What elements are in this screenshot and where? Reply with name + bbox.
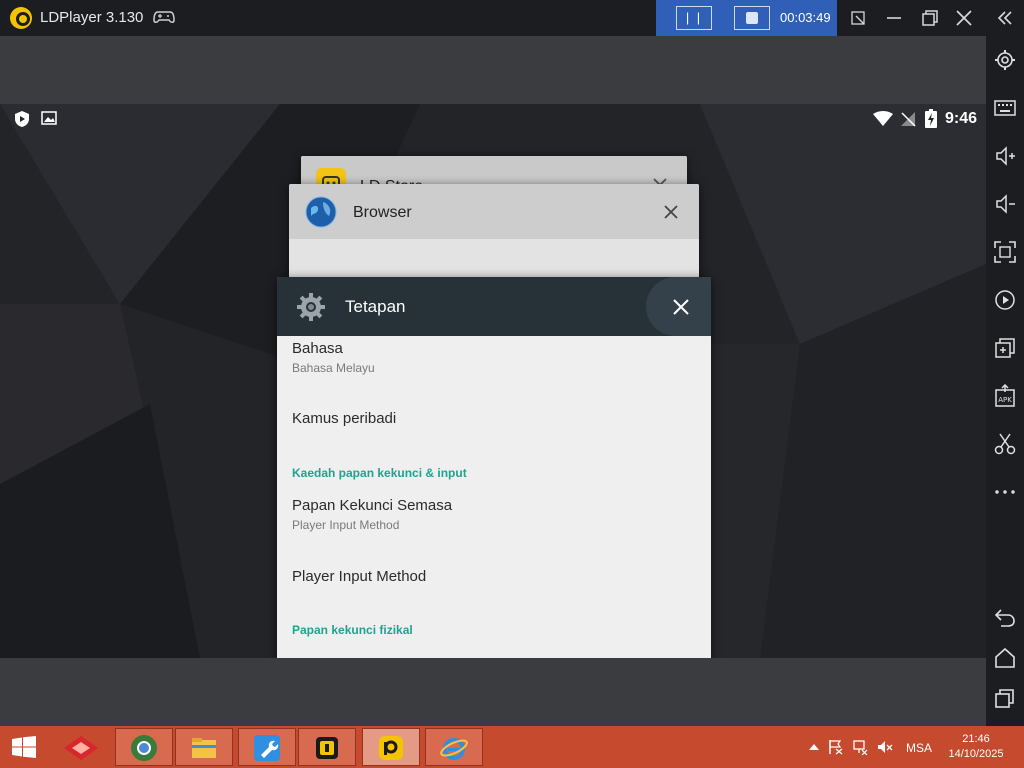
card-header: [289, 184, 699, 239]
recent-card-browser[interactable]: Browser: [289, 184, 699, 284]
minimize-icon[interactable]: [882, 6, 906, 30]
pref-summary: Player Input Method: [292, 518, 400, 532]
fullscreen-icon[interactable]: [993, 240, 1017, 264]
screen-record-panel: | | 00:03:49: [656, 0, 837, 36]
status-time: 9:46: [945, 110, 978, 127]
no-signal-icon: [900, 111, 916, 127]
category-physical-keyboard: Papan kekunci fizikal: [292, 623, 413, 637]
gamepad-icon[interactable]: [153, 9, 175, 25]
pref-title: Bahasa: [292, 340, 343, 357]
pref-title: Player Input Method: [292, 568, 427, 585]
wrench-icon: [254, 735, 280, 761]
taskbar-app-internet-explorer[interactable]: [425, 728, 483, 766]
title-bar: LDPlayer 3.130 | | 00:03:49: [0, 0, 1024, 36]
ldplayer-logo-icon: [379, 736, 403, 760]
category-keyboard-input: Kaedah papan kekunci & input: [292, 466, 467, 480]
screen: LDPlayer 3.130 | | 00:03:49 9:46 Browser…: [0, 0, 1024, 768]
install-apk-icon[interactable]: APK: [993, 383, 1017, 408]
record-timer: 00:03:49: [780, 10, 831, 25]
browser-globe-icon: [305, 196, 337, 228]
windows-taskbar: MSA 21:46 14/10/2025: [0, 726, 1024, 768]
ld-multiplayer-icon: [316, 737, 338, 759]
svg-text:APK: APK: [998, 396, 1012, 404]
taskbar-app-tool[interactable]: [238, 728, 296, 766]
record-stop-button[interactable]: [734, 6, 770, 30]
pref-language[interactable]: Bahasa Bahasa Melayu: [292, 340, 375, 375]
windows-logo-icon: [12, 736, 36, 758]
folder-icon: [192, 738, 216, 758]
taskbar-app-ld-multi[interactable]: [298, 728, 356, 766]
clock-time: 21:46: [962, 733, 990, 745]
collapse-sidebar-icon[interactable]: [993, 6, 1017, 30]
taskbar-app-file-explorer[interactable]: [175, 728, 233, 766]
wifi-icon: [873, 111, 893, 127]
multi-instance-icon[interactable]: [993, 336, 1017, 360]
taskbar-app-chrome-like[interactable]: [115, 728, 173, 766]
show-hidden-icons-icon[interactable]: [806, 739, 822, 755]
card-title: Browser: [353, 204, 412, 221]
settings-gear-icon: [295, 291, 327, 323]
pref-current-keyboard[interactable]: Papan Kekunci Semasa Player Input Method: [292, 497, 452, 532]
close-window-icon[interactable]: [952, 6, 976, 30]
home-icon[interactable]: [993, 646, 1017, 670]
pref-player-input-method[interactable]: Player Input Method: [292, 568, 426, 585]
emulator-sidebar: APK: [986, 36, 1024, 726]
pref-title: Papan Kekunci Semasa: [292, 497, 453, 514]
scissors-icon[interactable]: [993, 432, 1017, 456]
internet-explorer-icon: [440, 738, 468, 760]
card-header: Tetapan: [277, 277, 711, 336]
pref-personal-dictionary[interactable]: Kamus peribadi: [292, 410, 396, 427]
restore-icon[interactable]: [918, 6, 942, 30]
settings-icon[interactable]: [993, 48, 1017, 72]
close-icon[interactable]: [669, 295, 693, 319]
flag-notification-icon[interactable]: [827, 739, 843, 755]
recent-card-settings[interactable]: Tetapan Bahasa Bahasa Melayu Kamus perib…: [277, 277, 711, 658]
ldplayer-logo-icon: [10, 7, 32, 29]
image-notification-icon: [41, 111, 57, 125]
app-title: LDPlayer 3.130: [40, 9, 144, 26]
battery-charging-icon: [925, 109, 937, 128]
taskbar-clock[interactable]: 21:46 14/10/2025: [940, 732, 1012, 762]
emulator-frame-bottom: [0, 658, 986, 726]
clock-date: 14/10/2025: [948, 748, 1004, 760]
pinned-app-icon[interactable]: [60, 732, 102, 764]
volume-up-icon[interactable]: [993, 144, 1017, 168]
pref-title: Kamus peribadi: [292, 410, 397, 427]
more-icon[interactable]: [993, 480, 1017, 504]
start-button[interactable]: [0, 726, 48, 768]
android-screen: 9:46 LD Store Browser: [0, 104, 986, 658]
shrink-window-icon[interactable]: [846, 6, 870, 30]
emulator-frame-top: [0, 36, 986, 104]
card-title: Tetapan: [345, 297, 406, 316]
back-icon[interactable]: [993, 606, 1017, 630]
close-icon[interactable]: [659, 200, 683, 224]
volume-muted-icon[interactable]: [877, 739, 893, 755]
keyboard-icon[interactable]: [993, 96, 1017, 120]
network-icon[interactable]: [852, 739, 868, 756]
operation-record-icon[interactable]: [993, 288, 1017, 312]
shield-play-icon: [14, 110, 30, 128]
recent-apps-icon[interactable]: [993, 686, 1017, 710]
volume-down-icon[interactable]: [993, 192, 1017, 216]
android-status-bar: 9:46: [0, 104, 986, 134]
pref-summary: Bahasa Melayu: [292, 361, 375, 375]
record-pause-button[interactable]: | |: [676, 6, 712, 30]
taskbar-app-ldplayer[interactable]: [362, 728, 420, 766]
browser-globe-icon: [131, 735, 157, 761]
input-language[interactable]: MSA: [906, 741, 932, 755]
